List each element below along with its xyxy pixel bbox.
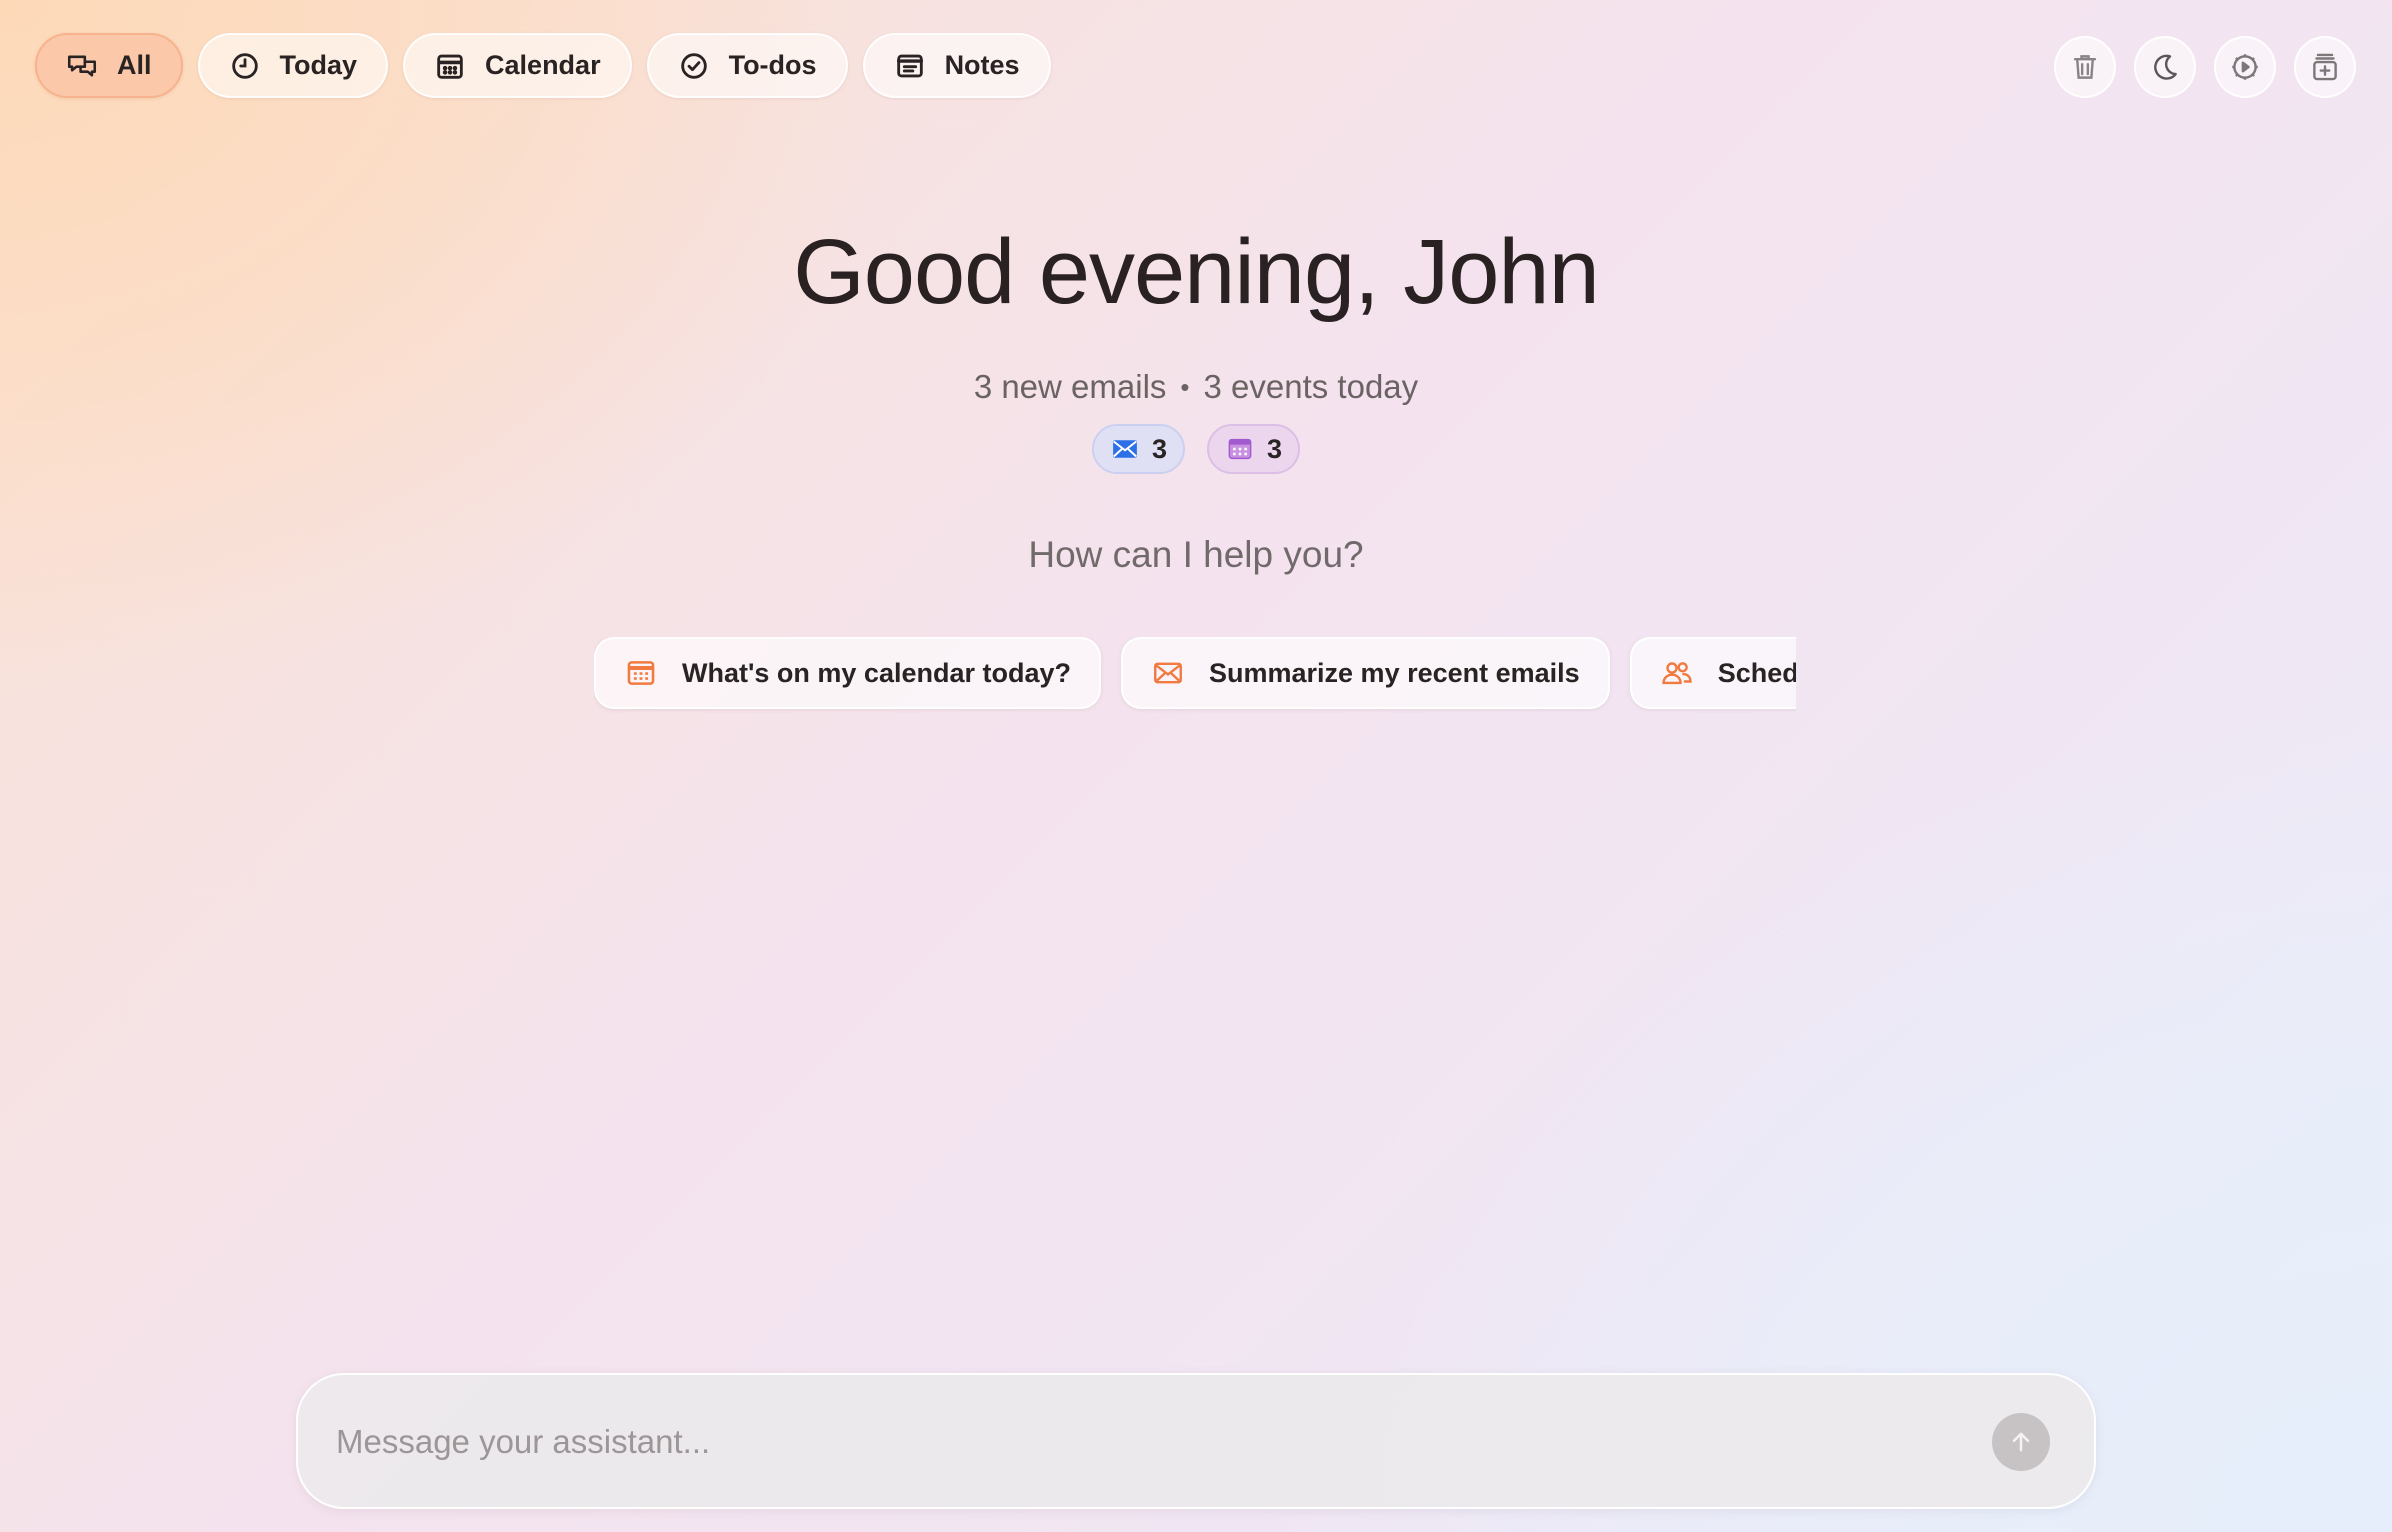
clear-button[interactable]	[2054, 36, 2116, 98]
tab-label: Notes	[944, 50, 1020, 80]
suggestion-list: What's on my calendar today? Summarize m…	[594, 637, 1796, 709]
tab-label: All	[117, 50, 152, 80]
tab-today[interactable]: Today	[197, 33, 389, 98]
send-button[interactable]	[1992, 1413, 2050, 1471]
chat-bubbles-icon	[65, 49, 99, 83]
tab-calendar[interactable]: Calendar	[403, 33, 632, 98]
suggestion-calendar-today[interactable]: What's on my calendar today?	[594, 637, 1101, 709]
suggestion-label: Schedule	[1717, 657, 1796, 688]
mail-icon	[1154, 662, 1182, 684]
message-input[interactable]	[336, 1405, 1936, 1479]
email-count: 3	[1151, 433, 1167, 464]
event-count: 3	[1267, 433, 1283, 464]
events-summary: 3 events today	[1203, 368, 1419, 405]
people-icon	[1662, 662, 1692, 685]
tab-label: Today	[279, 50, 358, 80]
greeting-title: Good evening, John	[793, 221, 1600, 323]
moon-icon	[2154, 54, 2177, 80]
email-summary: 3 new emails	[973, 368, 1167, 405]
message-composer	[296, 1373, 2096, 1509]
settings-icon	[2232, 54, 2258, 80]
toolbar	[2054, 36, 2356, 98]
tab-todos[interactable]: To-dos	[646, 33, 848, 98]
trash-icon	[2073, 55, 2097, 79]
dark-mode-button[interactable]	[2134, 36, 2196, 98]
new-chat-button[interactable]	[2294, 36, 2356, 98]
event-count-badge[interactable]: 3	[1207, 424, 1301, 474]
email-count-badge[interactable]: 3	[1091, 424, 1185, 474]
tab-notes[interactable]: Notes	[862, 33, 1051, 98]
tab-label: Calendar	[485, 50, 601, 80]
calendar-icon	[433, 49, 467, 83]
arrow-up-icon	[2012, 1432, 2030, 1452]
suggestion-label: What's on my calendar today?	[682, 657, 1071, 688]
summary-badges: 3 3	[0, 424, 2392, 474]
tab-all[interactable]: All	[35, 33, 183, 98]
calendar-icon	[1228, 438, 1252, 460]
suggestion-label: Summarize my recent emails	[1209, 657, 1580, 688]
mail-icon	[1113, 440, 1137, 458]
category-tabs: All Today Calendar To-dos Notes	[35, 33, 1051, 98]
summary-separator: •	[1180, 372, 1190, 402]
calendar-icon	[627, 661, 655, 685]
clock-icon	[228, 49, 262, 83]
daily-summary: 3 new emails • 3 events today	[0, 366, 2392, 408]
hero: Good evening, John 3 new emails • 3 even…	[0, 212, 2392, 576]
suggestion-schedule[interactable]: Schedule	[1629, 637, 1796, 709]
settings-button[interactable]	[2214, 36, 2276, 98]
new-chat-icon	[2313, 53, 2337, 81]
check-circle-icon	[677, 49, 711, 83]
suggestion-strip[interactable]: What's on my calendar today? Summarize m…	[594, 637, 1796, 713]
tab-label: To-dos	[728, 50, 817, 80]
suggestion-summarize-emails[interactable]: Summarize my recent emails	[1121, 637, 1610, 709]
note-icon	[893, 49, 927, 83]
help-prompt: How can I help you?	[1028, 534, 1364, 575]
